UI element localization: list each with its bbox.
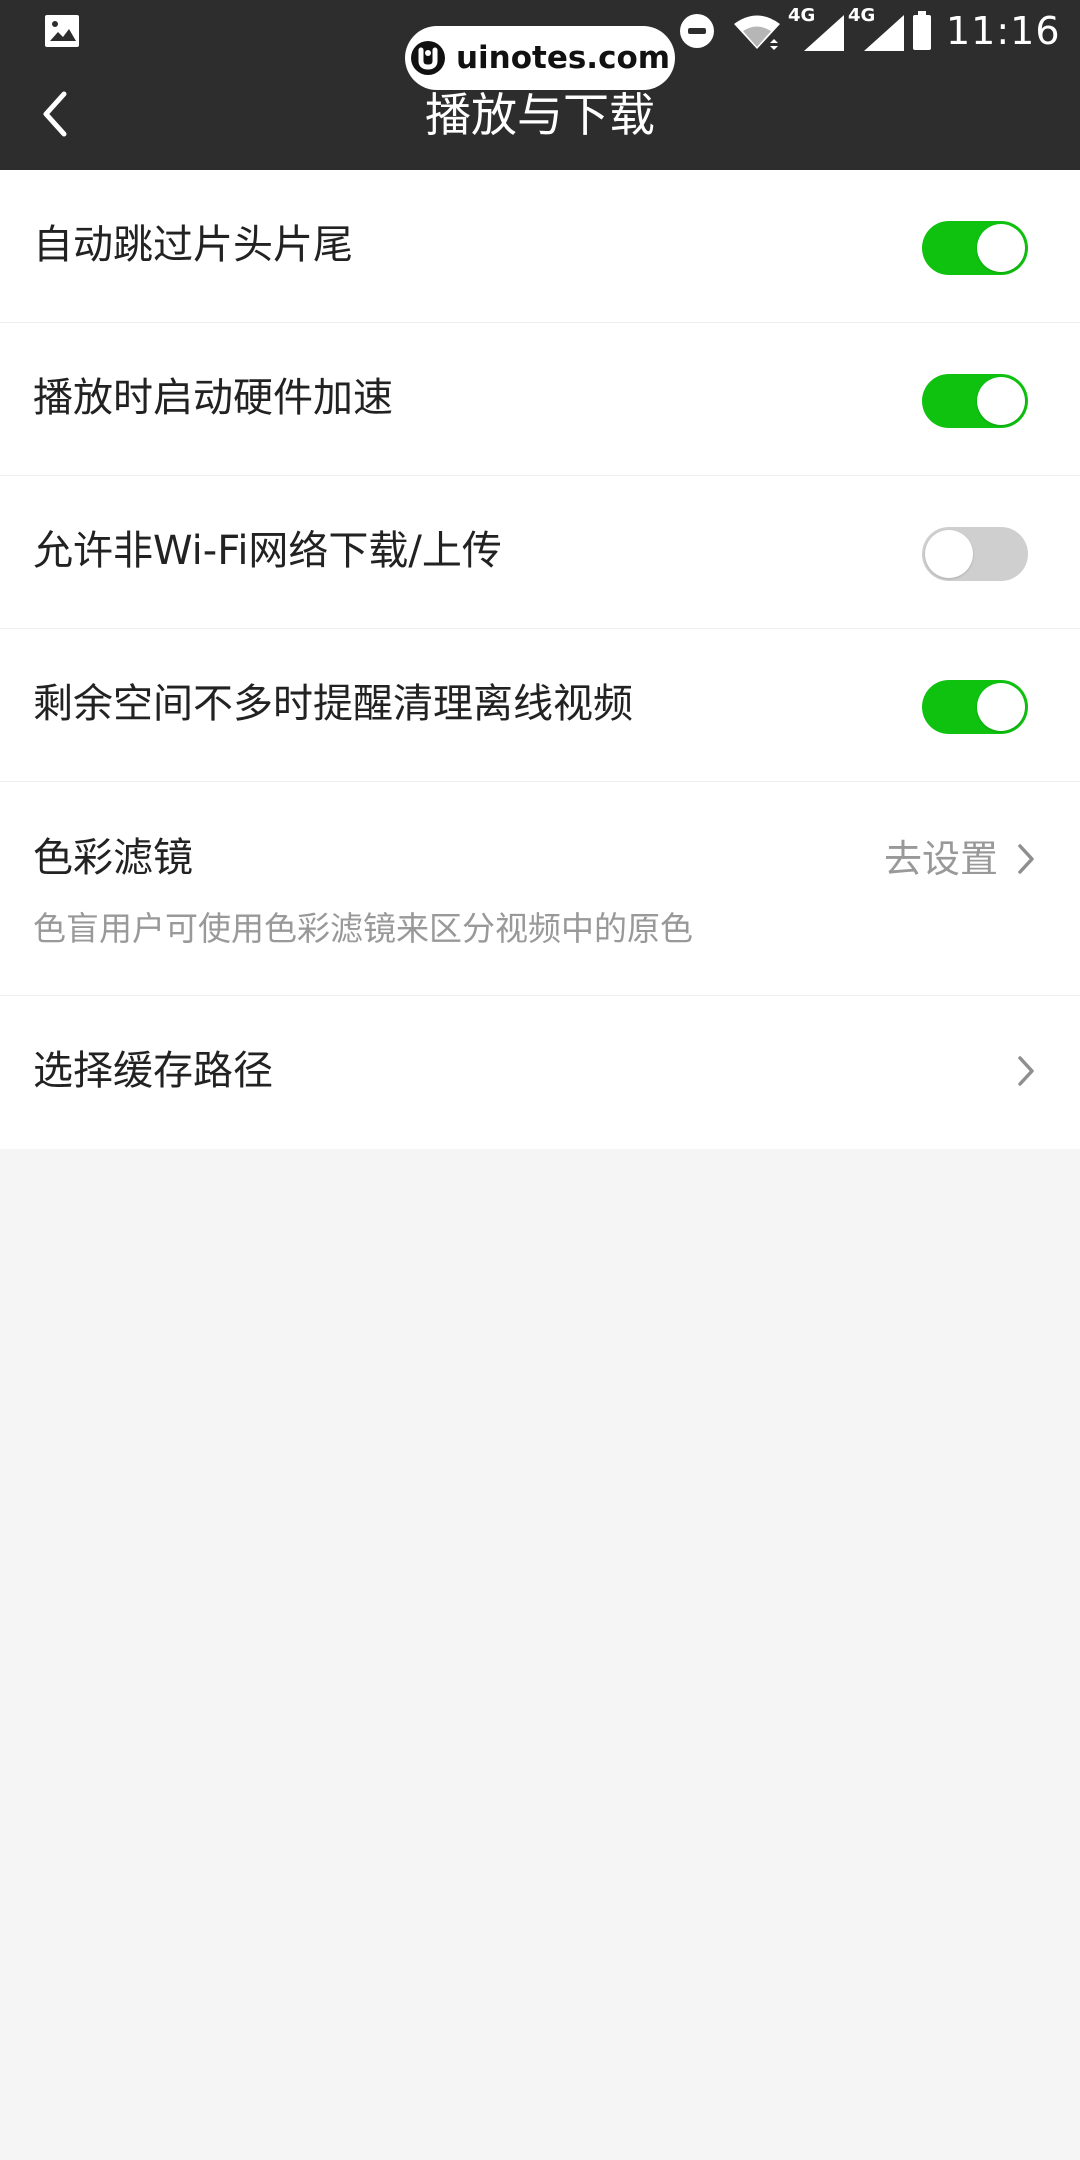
- setting-color-filter[interactable]: 色彩滤镜 色盲用户可使用色彩滤镜来区分视频中的原色 去设置: [0, 782, 1080, 996]
- setting-non-wifi-download-upload[interactable]: 允许非Wi-Fi网络下载/上传: [0, 476, 1080, 629]
- signal-icon: 4G: [848, 7, 906, 53]
- setting-label: 允许非Wi-Fi网络下载/上传: [33, 528, 502, 574]
- setting-label: 色彩滤镜: [33, 835, 193, 881]
- signal-bars-icon: [804, 15, 844, 51]
- page-title: 播放与下载: [425, 88, 655, 142]
- setting-description: 色盲用户可使用色彩滤镜来区分视频中的原色: [33, 909, 693, 948]
- hardware-acceleration-toggle[interactable]: [922, 374, 1028, 428]
- setting-hardware-acceleration[interactable]: 播放时启动硬件加速: [0, 323, 1080, 476]
- toggle-knob: [977, 683, 1025, 731]
- status-time: 11:16: [946, 9, 1061, 53]
- do-not-disturb-icon: [680, 14, 714, 48]
- setting-label: 播放时启动硬件加速: [33, 375, 393, 421]
- signal-bars-icon: [864, 15, 904, 51]
- setting-low-space-reminder[interactable]: 剩余空间不多时提醒清理离线视频: [0, 629, 1080, 782]
- watermark-text: uinotes.com: [455, 40, 671, 76]
- color-filter-action[interactable]: 去设置: [884, 835, 1036, 883]
- non-wifi-download-upload-toggle[interactable]: [922, 527, 1028, 581]
- row-action-text: 去设置: [883, 837, 998, 881]
- uinotes-logo-icon: [410, 41, 445, 75]
- toggle-knob: [977, 224, 1025, 272]
- settings-page: 4G 4G 11:16 uinotes.com 播放与下载 自动跳过片头片尾 播…: [0, 0, 1080, 2160]
- skip-intro-outro-toggle[interactable]: [922, 221, 1028, 275]
- gallery-icon: [45, 15, 79, 47]
- setting-cache-path[interactable]: 选择缓存路径: [0, 996, 1080, 1149]
- toggle-knob: [925, 530, 973, 578]
- uinotes-watermark: uinotes.com: [405, 26, 675, 90]
- chevron-right-icon: [1018, 1056, 1034, 1086]
- top-app-bar: 4G 4G 11:16 uinotes.com 播放与下载: [0, 0, 1080, 170]
- setting-skip-intro-outro[interactable]: 自动跳过片头片尾: [0, 170, 1080, 323]
- low-space-reminder-toggle[interactable]: [922, 680, 1028, 734]
- toggle-knob: [977, 377, 1025, 425]
- setting-label: 选择缓存路径: [33, 1048, 273, 1094]
- setting-label: 自动跳过片头片尾: [33, 222, 353, 268]
- settings-list: 自动跳过片头片尾 播放时启动硬件加速 允许非Wi-Fi网络下载/上传 剩余空间不…: [0, 170, 1080, 1149]
- battery-icon: [913, 11, 931, 50]
- setting-label: 剩余空间不多时提醒清理离线视频: [33, 681, 633, 727]
- chevron-right-icon: [1018, 844, 1034, 874]
- wifi-icon: [734, 15, 780, 50]
- signal-icon: 4G: [788, 7, 846, 53]
